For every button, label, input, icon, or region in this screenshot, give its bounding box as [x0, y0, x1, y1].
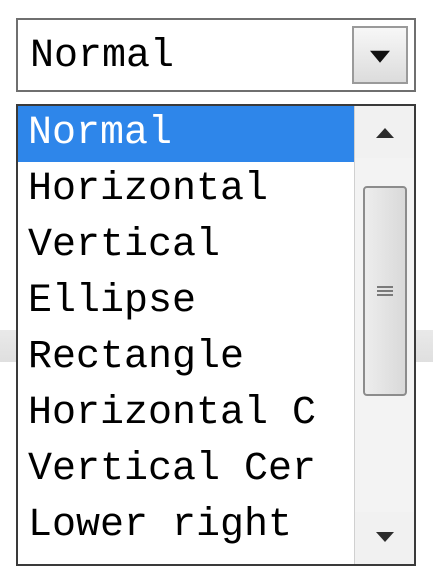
list-item[interactable]: Lower right	[18, 498, 356, 554]
list-item[interactable]: Vertical	[18, 218, 356, 274]
vertical-scrollbar[interactable]	[354, 106, 414, 564]
list-item[interactable]: Rectangle	[18, 330, 356, 386]
stage: Normal Normal Horizontal Vertical Ellips…	[0, 0, 433, 574]
scroll-down-button[interactable]	[355, 512, 414, 564]
scroll-track[interactable]	[355, 158, 414, 512]
scroll-up-arrow-icon	[375, 128, 394, 138]
combobox-dropdown-list[interactable]: Normal Horizontal Vertical Ellipse Recta…	[16, 104, 416, 566]
scroll-down-arrow-icon	[375, 532, 394, 542]
scroll-up-button[interactable]	[355, 106, 414, 158]
options-list: Normal Horizontal Vertical Ellipse Recta…	[18, 106, 356, 564]
list-item[interactable]: Horizontal	[18, 162, 356, 218]
combobox-dropdown-button[interactable]	[352, 26, 408, 84]
combobox-selected-value: Normal	[30, 34, 175, 79]
chevron-down-icon	[370, 50, 390, 63]
list-item[interactable]: Vertical Cer	[18, 442, 356, 498]
scroll-thumb[interactable]	[363, 186, 407, 396]
scroll-grip-icon	[377, 284, 393, 298]
gradient-style-combobox[interactable]: Normal	[16, 18, 416, 92]
list-item[interactable]: Horizontal C	[18, 386, 356, 442]
list-item[interactable]: Ellipse	[18, 274, 356, 330]
list-item[interactable]: Normal	[18, 106, 356, 162]
